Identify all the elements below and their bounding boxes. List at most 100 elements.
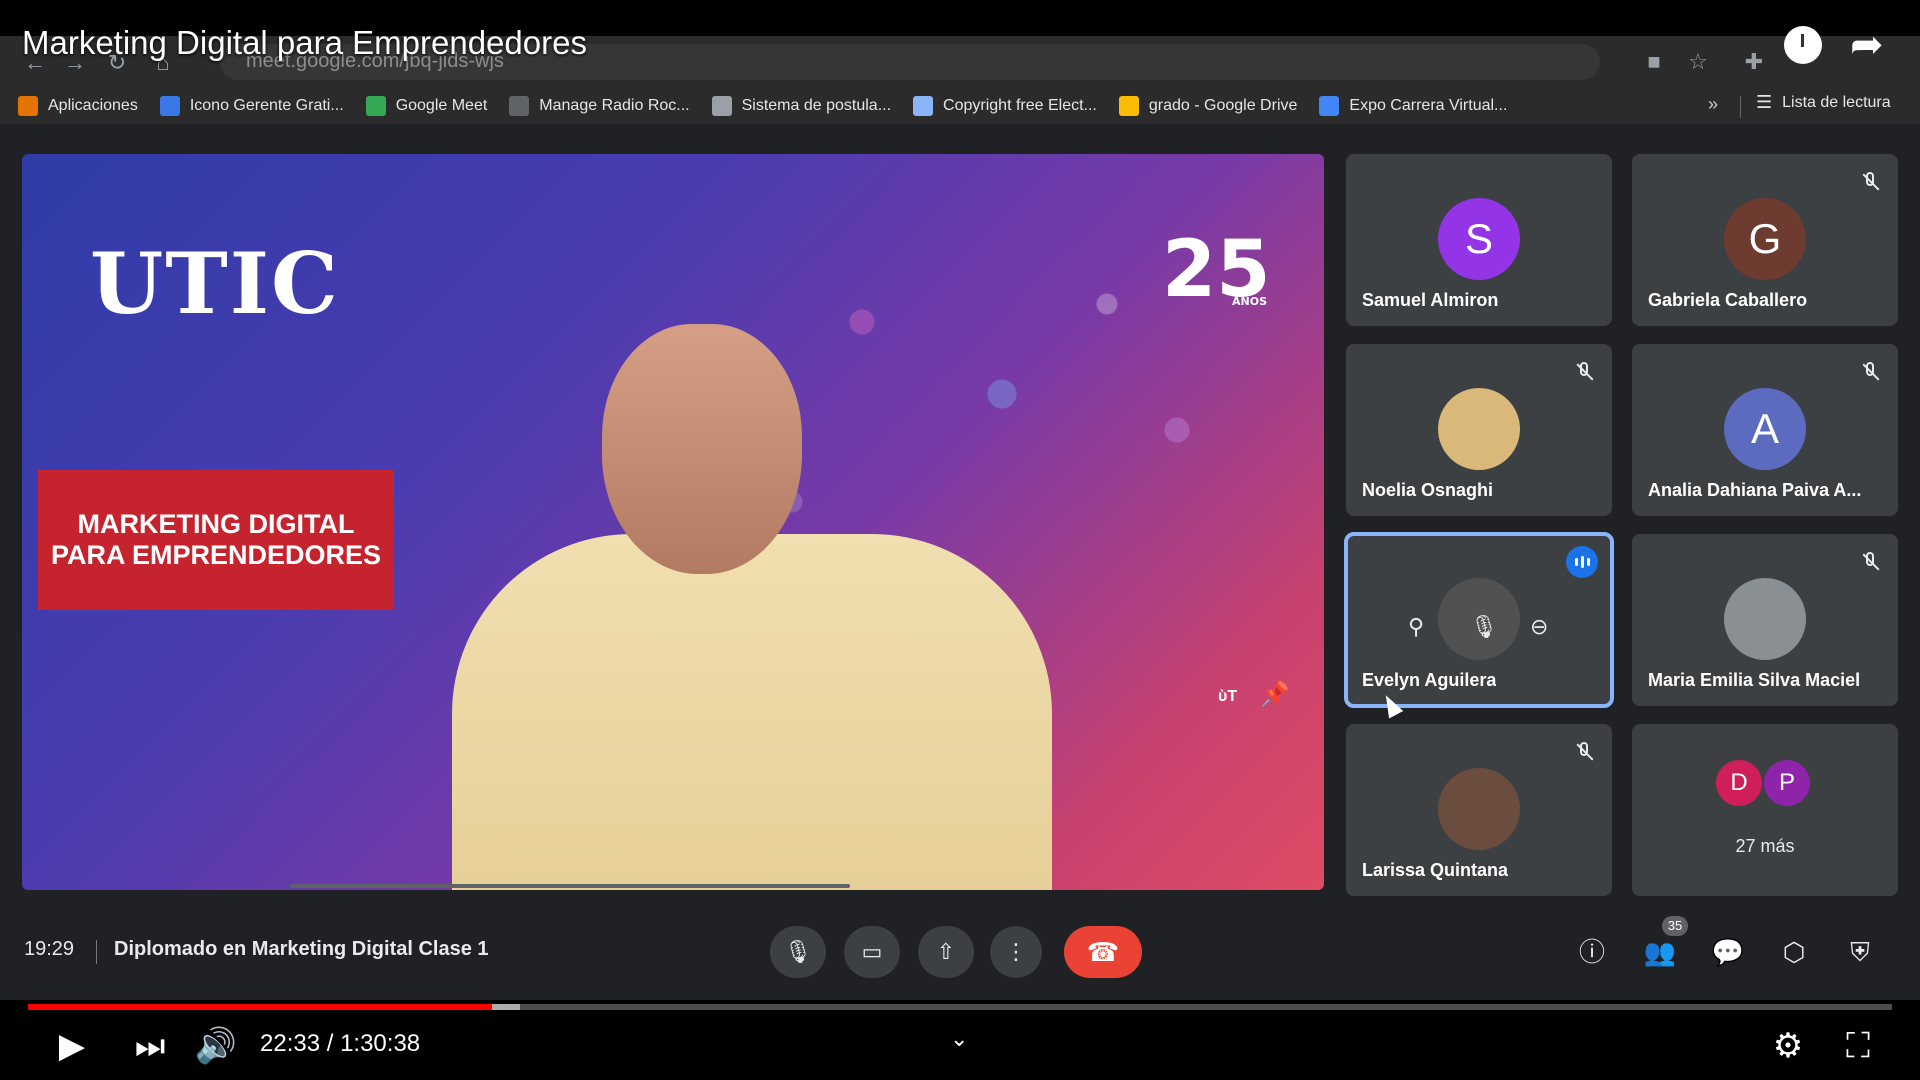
mic-off-icon [1858, 360, 1882, 384]
settings-icon[interactable]: ⚙ [1766, 1024, 1810, 1068]
extensions-icon[interactable]: ✚ [1740, 48, 1768, 76]
avatar [1724, 578, 1806, 660]
mic-icon[interactable]: 🎙 [1470, 614, 1498, 640]
people-icon[interactable]: 👥 [1642, 934, 1678, 970]
bookmark-copyright-free[interactable]: Copyright free Elect... [913, 96, 1097, 116]
course-banner: MARKETING DIGITAL PARA EMPRENDEDORES [38, 470, 394, 610]
bookmark-aplicaciones[interactable]: Aplicaciones [18, 96, 138, 116]
camera-button[interactable]: ▭ [844, 926, 900, 978]
bookmark-label: grado - Google Drive [1148, 97, 1298, 114]
avatar: S [1438, 198, 1520, 280]
participant-tile[interactable]: Larissa Quintana [1346, 724, 1612, 896]
pin-icon[interactable]: 📌 [1260, 680, 1290, 709]
bookmark-grado-drive[interactable]: grado - Google Drive [1118, 96, 1298, 116]
avatar: A [1724, 388, 1806, 470]
play-icon[interactable]: ▶ [50, 1024, 94, 1068]
bookmark-favicon-icon [1319, 96, 1340, 116]
reading-list-icon: ☰ [1756, 92, 1773, 112]
participant-tile[interactable]: G Gabriela Caballero [1632, 154, 1898, 326]
end-call-button[interactable]: ☎ [1064, 926, 1142, 978]
participant-name: Evelyn Aguilera [1362, 670, 1497, 690]
participant-tile[interactable]: A Analia Dahiana Paiva A... [1632, 344, 1898, 516]
present-button[interactable]: ⇧ [918, 926, 974, 978]
participant-name: Analia Dahiana Paiva A... [1648, 480, 1862, 500]
bookmark-manage-radio[interactable]: Manage Radio Roc... [509, 96, 690, 116]
camera-icon[interactable]: ■ [1640, 48, 1668, 76]
time-display: 22:33 / 1:30:38 [260, 1030, 421, 1057]
share-icon[interactable]: ➦ [1850, 22, 1884, 68]
speaking-indicator-icon [1566, 546, 1598, 578]
avatar [1438, 768, 1520, 850]
participant-count-badge: 35 [1662, 916, 1688, 936]
participant-name: Gabriela Caballero [1648, 290, 1808, 310]
pin-icon[interactable]: ⚲ [1408, 614, 1424, 640]
presenter-initials-icon: ὺT [1218, 688, 1238, 705]
bookmark-favicon-icon [159, 96, 180, 116]
chevron-down-icon[interactable]: ⌄ [950, 1026, 968, 1052]
avatar: D [1716, 760, 1762, 806]
mic-off-icon [1572, 740, 1596, 764]
camera-icon: ▭ [861, 939, 883, 964]
participant-name: Samuel Almiron [1362, 290, 1499, 310]
bookmark-icono-gerente[interactable]: Icono Gerente Grati... [159, 96, 344, 116]
participant-name: Noelia Osnaghi [1362, 480, 1494, 500]
video-title[interactable]: Marketing Digital para Emprendedores [22, 24, 587, 62]
drive-icon [1118, 96, 1139, 116]
participant-name: Maria Emilia Silva Maciel [1648, 670, 1861, 690]
more-avatars: D P [1716, 760, 1812, 806]
meeting-time: 19:29 [24, 938, 75, 960]
host-controls-icon[interactable]: ⛨ [1842, 934, 1878, 970]
bookmark-google-meet[interactable]: Google Meet [365, 96, 488, 116]
participant-tile[interactable]: Noelia Osnaghi [1346, 344, 1612, 516]
anniversary-logo: 25 AÑOS [1162, 222, 1282, 342]
presenter-body [452, 534, 1052, 890]
bookmark-label: Copyright free Elect... [943, 97, 1097, 114]
bookmark-label: Icono Gerente Grati... [189, 97, 344, 114]
reading-list-button[interactable]: ☰ Lista de lectura [1756, 92, 1891, 113]
mic-off-icon [1572, 360, 1596, 384]
participant-name: Larissa Quintana [1362, 860, 1509, 880]
microphone-button[interactable]: 🎙 [770, 926, 826, 978]
info-icon[interactable]: ⓘ [1574, 934, 1610, 970]
more-options-button[interactable]: ⋮ [990, 926, 1042, 978]
remove-icon[interactable]: ⊖ [1530, 614, 1548, 640]
phone-hangup-icon: ☎ [1086, 937, 1120, 967]
bookmarks-divider [1740, 96, 1741, 118]
more-vert-icon: ⋮ [1005, 939, 1027, 964]
bookmark-label: Sistema de postula... [741, 97, 892, 114]
bookmark-label: Aplicaciones [48, 97, 138, 114]
bookmark-label: Google Meet [395, 97, 488, 114]
presenter-head [602, 324, 802, 574]
watch-later-icon[interactable] [1784, 26, 1822, 64]
participant-tile-active[interactable]: ⚲ 🎙 ⊖ Evelyn Aguilera [1344, 532, 1614, 708]
meeting-divider [96, 940, 97, 964]
apps-icon [18, 96, 38, 116]
present-screen-icon: ⇧ [936, 939, 956, 964]
star-icon[interactable]: ☆ [1684, 48, 1712, 76]
avatar: P [1764, 760, 1810, 806]
bookmark-expo-carrera[interactable]: Expo Carrera Virtual... [1319, 96, 1507, 116]
bookmark-sistema-postulacion[interactable]: Sistema de postula... [711, 96, 892, 116]
more-participants-tile[interactable]: D P 27 más [1632, 724, 1898, 896]
presenter-scrollbar[interactable] [290, 884, 850, 888]
bookmarks-bar: Aplicaciones Icono Gerente Grati... Goog… [0, 88, 1920, 124]
participant-tile[interactable]: S Samuel Almiron [1346, 154, 1612, 326]
bookmark-favicon-icon [509, 96, 530, 116]
mic-off-icon [1858, 170, 1882, 194]
meet-icon [365, 96, 386, 116]
utic-logo: UTIC [90, 234, 340, 333]
meeting-title: Diplomado en Marketing Digital Clase 1 [114, 938, 489, 960]
exit-fullscreen-icon[interactable]: ⛶ [1836, 1024, 1880, 1068]
presenter-video[interactable]: UTIC 25 AÑOS MARKETING DIGITAL PARA EMPR… [22, 154, 1324, 890]
activities-icon[interactable]: ⬡ [1776, 934, 1812, 970]
anniversary-text: AÑOS [1232, 295, 1267, 308]
bookmark-label: Expo Carrera Virtual... [1349, 97, 1508, 114]
chat-icon[interactable]: 💬 [1710, 934, 1746, 970]
participant-tile[interactable]: Maria Emilia Silva Maciel [1632, 534, 1898, 706]
next-icon[interactable]: ⏭ [128, 1024, 172, 1068]
reading-list-label: Lista de lectura [1782, 93, 1891, 111]
bookmark-favicon-icon [913, 96, 934, 116]
more-participants-label: 27 más [1735, 836, 1795, 856]
volume-icon[interactable]: 🔊 [194, 1024, 238, 1068]
more-bookmarks-button[interactable]: » [1708, 94, 1718, 115]
